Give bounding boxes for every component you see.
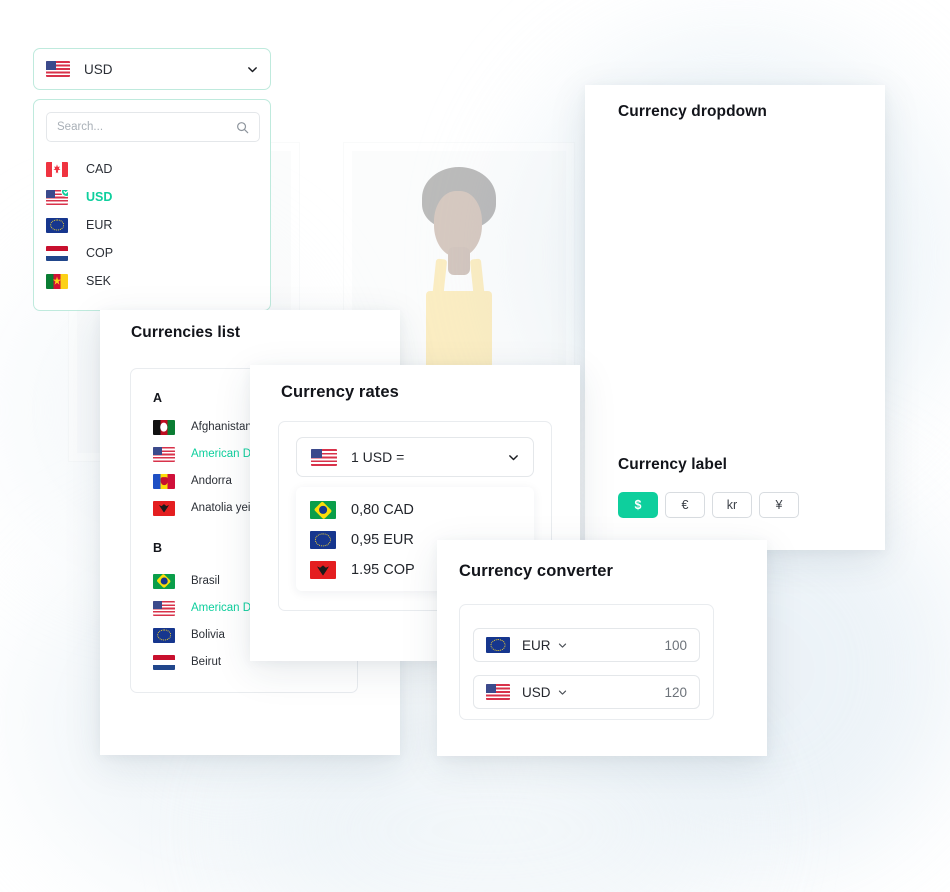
- rate-value: 1.95 COP: [351, 562, 415, 578]
- flag-usa-icon: [486, 684, 510, 700]
- page-root: Shop: [0, 0, 950, 892]
- currency-select-value: USD: [84, 61, 113, 77]
- currency-dropdown-card: Currency dropdown: [585, 85, 885, 550]
- currency-symbol-krona-button[interactable]: kr: [712, 492, 752, 518]
- currency-rates-title: Currency rates: [281, 383, 399, 401]
- currency-option-label: EUR: [86, 218, 113, 232]
- group-letter-b: B: [153, 541, 163, 555]
- flag-albania-icon: [310, 561, 336, 579]
- currency-list-item-label: Brasil: [191, 575, 220, 587]
- chevron-down-icon: [508, 452, 519, 463]
- rates-base-label: 1 USD =: [351, 449, 405, 465]
- flag-usa-icon: [153, 600, 175, 616]
- search-input[interactable]: [57, 121, 236, 133]
- flag-usa-icon: [46, 61, 70, 77]
- rate-row: 0,80 CAD: [310, 498, 510, 522]
- converter-to-amount[interactable]: 120: [664, 685, 687, 700]
- currency-converter-title: Currency converter: [459, 562, 614, 580]
- flag-afghanistan-icon: [153, 419, 175, 435]
- currency-symbol-yen-button[interactable]: ¥: [759, 492, 799, 518]
- converter-row-from[interactable]: EUR 100: [473, 628, 700, 662]
- flag-usa-icon: [311, 448, 337, 466]
- currency-label-title: Currency label: [618, 456, 728, 473]
- flag-usa-icon: [153, 446, 175, 462]
- currency-option-label: CAD: [86, 162, 113, 176]
- currency-list-item-label: Anatolia yei: [191, 502, 251, 514]
- search-icon: [236, 121, 249, 134]
- currency-option-label: SEK: [86, 274, 112, 288]
- converter-row-to[interactable]: USD 120: [473, 675, 700, 709]
- converter-from-code: EUR: [522, 637, 551, 653]
- currency-search-box[interactable]: [46, 112, 260, 142]
- flag-eu-icon: [486, 637, 510, 653]
- flag-eu-icon: [46, 217, 68, 233]
- rate-value: 0,95 EUR: [351, 532, 414, 548]
- flag-cameroon-icon: [46, 273, 68, 289]
- currencies-list-title: Currencies list: [131, 324, 241, 341]
- currency-dropdown-title: Currency dropdown: [618, 103, 767, 120]
- flag-albania-icon: [153, 500, 175, 516]
- currency-select-trigger[interactable]: USD: [33, 48, 271, 90]
- currency-option-eur[interactable]: EUR: [46, 214, 260, 236]
- currency-option-sek[interactable]: SEK: [46, 270, 260, 292]
- chevron-down-icon[interactable]: [558, 641, 567, 650]
- flag-brazil-icon: [310, 501, 336, 519]
- flag-eu-icon: [153, 627, 175, 643]
- converter-from-amount[interactable]: 100: [664, 638, 687, 653]
- rate-value: 0,80 CAD: [351, 502, 414, 518]
- converter-to-code: USD: [522, 684, 551, 700]
- rates-base-select[interactable]: 1 USD =: [296, 437, 534, 477]
- flag-usa-icon: [46, 189, 68, 205]
- currency-option-label: USD: [86, 190, 113, 204]
- flag-andorra-icon: [153, 473, 175, 489]
- flag-netherlands-icon: [46, 245, 68, 261]
- currency-option-label: COP: [86, 246, 114, 260]
- currency-options-list: CAD USD EUR COP SEK: [33, 99, 271, 311]
- chevron-down-icon: [247, 64, 258, 75]
- check-badge-icon: [61, 189, 68, 197]
- currency-list-item-label: Bolivia: [191, 629, 225, 641]
- flag-eu-icon: [310, 531, 336, 549]
- group-letter-a: A: [153, 391, 163, 405]
- currency-list-item-label: Andorra: [191, 475, 232, 487]
- flag-brazil-icon: [153, 573, 175, 589]
- chevron-down-icon[interactable]: [558, 688, 567, 697]
- currency-symbol-euro-button[interactable]: €: [665, 492, 705, 518]
- currency-symbol-dollar-button[interactable]: $: [618, 492, 658, 518]
- currency-option-usd[interactable]: USD: [46, 186, 260, 208]
- currency-option-cop[interactable]: COP: [46, 242, 260, 264]
- currency-option-cad[interactable]: CAD: [46, 158, 260, 180]
- flag-canada-icon: [46, 161, 68, 177]
- currency-list-item-label: Beirut: [191, 656, 222, 668]
- flag-netherlands-icon: [153, 654, 175, 670]
